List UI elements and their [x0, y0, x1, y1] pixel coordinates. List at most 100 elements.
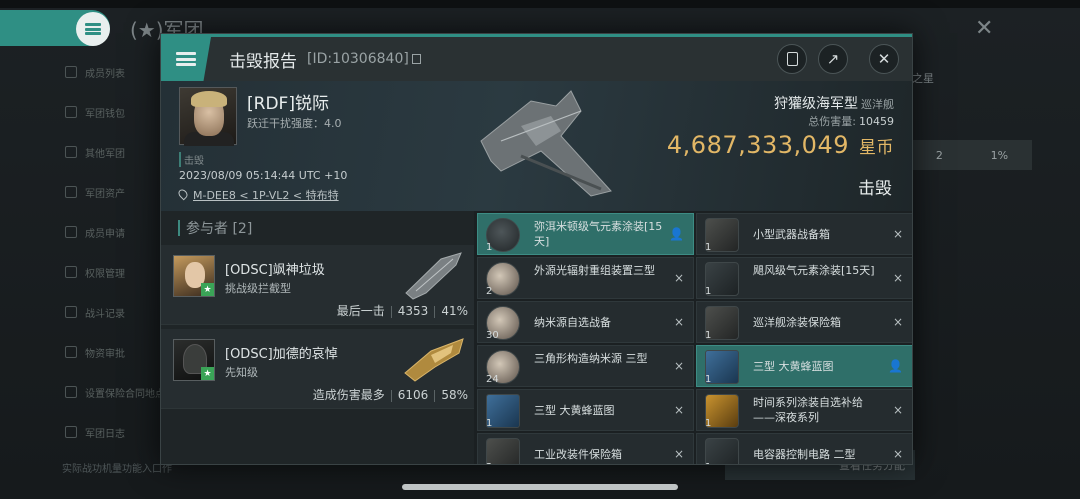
share-icon: ↗ [826, 50, 840, 68]
sidebar-item[interactable]: 军团日志 [55, 412, 165, 452]
participants-panel: 参与者 [2] ★ [ODSC]飒神垃圾 挑战级拦截型 最后一击 4353 41% … [161, 211, 474, 464]
member-icon [65, 66, 77, 78]
item-cell[interactable]: 30 纳米源自选战备 × [477, 301, 694, 343]
menu-icon [176, 52, 196, 66]
item-name: 三型 大黄蜂蓝图 [753, 360, 834, 373]
permission-icon [65, 266, 77, 278]
corp-icon [65, 146, 77, 158]
kill-report-modal: 击毁报告 [ID:10306840] ↗ ✕ [RDF]锐际 跃迁干扰强度：4.… [160, 33, 913, 465]
participant-row[interactable]: ★ [ODSC]飒神垃圾 挑战级拦截型 最后一击 4353 41% [161, 245, 474, 325]
bg-menu-button[interactable] [76, 12, 110, 46]
sidebar-item[interactable]: 物资审批 [55, 332, 165, 372]
sidebar-item[interactable]: 权限管理 [55, 252, 165, 292]
victim-avatar[interactable] [179, 87, 237, 146]
item-qty: 1 [705, 418, 712, 429]
kill-location[interactable]: M-DEE8 < 1P-VL2 < 特布特 [176, 187, 339, 203]
item-cell[interactable]: 2 外源光辐射重组装置三型 × [477, 257, 694, 299]
item-name: 小型武器战备箱 [753, 228, 830, 241]
star-icon: ★ [201, 283, 214, 296]
document-button[interactable] [777, 44, 807, 74]
kill-time: 2023/08/09 05:14:44 UTC +10 [179, 169, 348, 182]
item-cell[interactable]: 1 电容器控制电路 二型 × [696, 433, 912, 464]
item-icon [705, 438, 739, 464]
log-icon [65, 426, 77, 438]
bg-close-icon[interactable]: ✕ [975, 16, 993, 41]
menu-icon [85, 23, 101, 35]
person-icon: 👤 [669, 227, 684, 241]
sidebar-item[interactable]: 军团钱包 [55, 92, 165, 132]
ship-value: 4,687,333,049 星币 [666, 131, 894, 159]
participant-name[interactable]: [ODSC]加德的哀悼 [225, 343, 338, 362]
total-damage: 总伤害量: 10459 [808, 115, 894, 128]
home-indicator[interactable] [402, 484, 678, 490]
participant-stat: 造成伤害最多 6106 58% [312, 388, 468, 402]
sidebar-item[interactable]: 战斗记录 [55, 292, 165, 332]
item-qty: 1 [705, 286, 712, 297]
sidebar-item[interactable]: 成员申请 [55, 212, 165, 252]
item-qty: 1 [705, 330, 712, 341]
report-id[interactable]: [ID:10306840] [307, 51, 421, 67]
close-icon: × [673, 447, 684, 461]
dropped-items-grid: 1 弥洱米顿级气元素涂装[15天] 👤 2 外源光辐射重组装置三型 × 30 纳… [474, 211, 912, 464]
close-icon: × [892, 403, 903, 417]
sidebar-item[interactable]: 设置保险合同地点 [55, 372, 165, 412]
item-cell[interactable]: 1 巡洋舰涂装保险箱 × [696, 301, 912, 343]
participant-avatar[interactable]: ★ [173, 339, 215, 381]
person-icon: 👤 [888, 359, 903, 373]
item-cell[interactable]: 1 飓风级气元素涂装[15天] × [696, 257, 912, 299]
item-qty: 1 [486, 242, 493, 253]
item-cell[interactable]: 24 三角形构造纳米源 三型 × [477, 345, 694, 387]
corp-icon: (★) [130, 18, 164, 42]
participant-name[interactable]: [ODSC]飒神垃圾 [225, 259, 325, 278]
location-pin-icon [176, 187, 190, 201]
participant-ship: 先知级 [225, 366, 258, 379]
bg-right-label: 之星 [912, 72, 934, 85]
bg-sidebar: 成员列表 军团钱包 其他军团 军团资产 成员申请 权限管理 战斗记录 物资审批 … [55, 52, 165, 452]
item-cell[interactable]: 1 弥洱米顿级气元素涂装[15天] 👤 [477, 213, 694, 255]
approval-icon [65, 346, 77, 358]
item-cell[interactable]: 1 时间系列涂装自选补给——深夜系列 × [696, 389, 912, 431]
bg-right-row: 2 1% [912, 140, 1032, 170]
victim-name[interactable]: [RDF]锐际 [247, 89, 329, 114]
participant-ship-image [405, 252, 462, 300]
application-icon [65, 226, 77, 238]
item-name: 三型 大黄蜂蓝图 [534, 404, 615, 417]
item-name: 电容器控制电路 二型 [753, 448, 856, 461]
participant-row[interactable]: ★ [ODSC]加德的哀悼 先知级 造成伤害最多 6106 58% [161, 329, 474, 409]
copy-icon[interactable] [411, 54, 421, 64]
close-icon: ✕ [877, 50, 891, 68]
item-qty: 1 [705, 462, 711, 464]
victim-ship-image [480, 90, 612, 197]
close-button[interactable]: ✕ [869, 44, 899, 74]
item-cell[interactable]: 1 三型 大黄蜂蓝图 👤 [696, 345, 912, 387]
participant-ship: 挑战级拦截型 [225, 282, 291, 295]
sidebar-item[interactable]: 军团资产 [55, 172, 165, 212]
close-icon: × [673, 359, 684, 373]
sidebar-item[interactable]: 成员列表 [55, 52, 165, 92]
close-icon: × [673, 403, 684, 417]
close-icon: × [892, 271, 903, 285]
share-button[interactable]: ↗ [818, 44, 848, 74]
participant-stat: 最后一击 4353 41% [336, 304, 468, 318]
sidebar-item[interactable]: 其他军团 [55, 132, 165, 172]
item-qty: 1 [705, 242, 712, 253]
victim-tag: 击毁 [179, 152, 204, 167]
item-qty: 2 [486, 286, 493, 297]
top-bar [0, 0, 1080, 8]
item-name: 纳米源自选战备 [534, 316, 611, 329]
assets-icon [65, 186, 77, 198]
combat-icon [65, 306, 77, 318]
item-qty: 30 [486, 330, 499, 341]
modal-menu-button[interactable] [161, 37, 211, 81]
item-cell[interactable]: 1 小型武器战备箱 × [696, 213, 912, 255]
participant-avatar[interactable]: ★ [173, 255, 215, 297]
item-cell[interactable]: 1 三型 大黄蜂蓝图 × [477, 389, 694, 431]
item-cell[interactable]: 2 工业改装件保险箱 × [477, 433, 694, 464]
ship-status: 击毁 [858, 179, 892, 199]
item-name: 弥洱米顿级气元素涂装[15天] [534, 220, 663, 248]
item-qty: 1 [486, 418, 493, 429]
participants-header: 参与者 [2] [161, 211, 474, 245]
item-name: 三角形构造纳米源 三型 [534, 352, 648, 365]
victim-sub: 跃迁干扰强度：4.0 [247, 117, 342, 130]
victim-panel: [RDF]锐际 跃迁干扰强度：4.0 击毁 2023/08/09 05:14:4… [161, 81, 912, 211]
